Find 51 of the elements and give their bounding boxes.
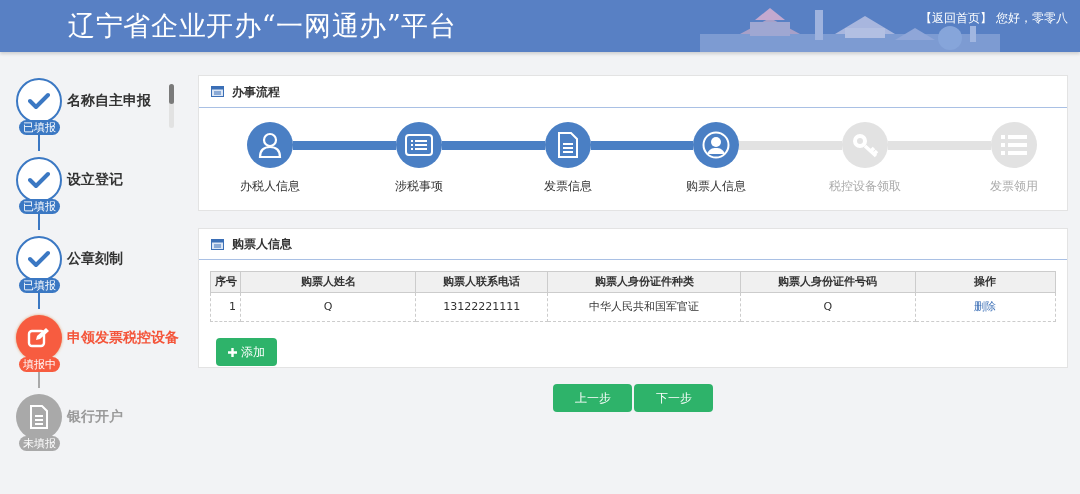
scrollbar[interactable] bbox=[169, 84, 174, 128]
list-icon bbox=[1000, 134, 1028, 156]
column-header: 购票人姓名 bbox=[240, 271, 416, 293]
step-label: 税控设备领取 bbox=[829, 178, 902, 195]
delete-link[interactable]: 删除 bbox=[974, 299, 997, 313]
page-title: 辽宁省企业开办“一网通办”平台 bbox=[68, 8, 457, 43]
user-icon bbox=[258, 132, 282, 158]
status-badge: 已填报 bbox=[18, 120, 60, 135]
status-badge: 填报中 bbox=[18, 357, 60, 372]
column-header: 购票人身份证件号码 bbox=[740, 271, 916, 293]
step-button[interactable]: 下一步 bbox=[634, 384, 713, 412]
table-cell: 1 bbox=[210, 292, 241, 322]
table-cell: Q bbox=[740, 292, 916, 322]
column-header: 序号 bbox=[210, 271, 241, 293]
table-cell: Q bbox=[240, 292, 416, 322]
card-icon bbox=[404, 134, 433, 156]
window-icon bbox=[211, 238, 224, 250]
document-icon bbox=[29, 405, 49, 429]
add-button[interactable]: 添加 bbox=[216, 338, 277, 366]
column-header: 购票人身份证件种类 bbox=[547, 271, 741, 293]
status-badge: 已填报 bbox=[18, 199, 60, 214]
key-icon bbox=[851, 132, 880, 158]
check-icon bbox=[28, 250, 50, 268]
user-icon bbox=[702, 131, 731, 159]
window-icon bbox=[211, 86, 224, 97]
panel-title: 办事流程 bbox=[232, 83, 280, 101]
step-label[interactable]: 银行开户 bbox=[67, 406, 123, 427]
status-badge: 已填报 bbox=[18, 278, 60, 293]
step-label: 涉税事项 bbox=[394, 178, 443, 195]
step-label: 办税人信息 bbox=[240, 178, 300, 195]
step-label[interactable]: 名称自主申报 bbox=[67, 90, 151, 111]
step-label: 发票信息 bbox=[543, 178, 592, 195]
edit-icon bbox=[27, 327, 51, 349]
step-label[interactable]: 申领发票税控设备 bbox=[67, 327, 179, 348]
plus-icon bbox=[228, 347, 237, 357]
check-icon bbox=[28, 92, 50, 110]
step-label: 发票领用 bbox=[990, 178, 1038, 195]
greeting: 您好，零零八 bbox=[996, 10, 1068, 27]
step-label: 购票人信息 bbox=[686, 178, 747, 195]
status-badge: 未填报 bbox=[18, 436, 60, 451]
step-button[interactable]: 上一步 bbox=[553, 384, 632, 412]
document-icon bbox=[556, 132, 579, 158]
column-header: 操作 bbox=[915, 271, 1056, 293]
step-label[interactable]: 设立登记 bbox=[67, 169, 123, 190]
step-label[interactable]: 公章刻制 bbox=[67, 248, 123, 269]
panel-title: 购票人信息 bbox=[232, 236, 292, 253]
column-header: 购票人联系电话 bbox=[415, 271, 548, 293]
table-cell: 13122221111 bbox=[415, 292, 548, 322]
check-icon bbox=[28, 171, 50, 189]
table-cell: 中华人民共和国军官证 bbox=[547, 292, 741, 322]
home-link[interactable]: 【返回首页】 bbox=[920, 9, 992, 27]
